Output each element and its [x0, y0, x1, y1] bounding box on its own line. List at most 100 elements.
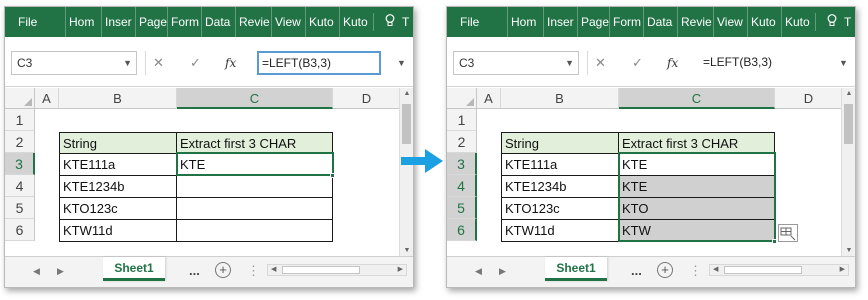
horizontal-scrollbar[interactable]: ◀ ▶ — [267, 264, 407, 276]
tab-review[interactable]: Revie — [677, 7, 713, 37]
add-sheet-icon[interactable]: + — [657, 262, 673, 278]
cell-c6[interactable] — [177, 220, 333, 242]
tab-data[interactable]: Data — [201, 7, 235, 37]
select-all-corner[interactable] — [5, 88, 35, 109]
row-header-5[interactable]: 5 — [5, 197, 35, 219]
row-header-1[interactable]: 1 — [5, 109, 35, 131]
enter-icon[interactable]: ✓ — [190, 51, 201, 75]
vertical-scroll-thumb[interactable] — [402, 104, 411, 144]
horizontal-scrollbar[interactable]: ◀ ▶ — [709, 264, 849, 276]
name-box[interactable]: C3 ▼ — [11, 51, 137, 75]
tab-insert[interactable]: Inser — [543, 7, 577, 37]
tab-home[interactable]: Hom — [507, 7, 543, 37]
next-sheet-icon[interactable]: ▶ — [57, 266, 64, 277]
enter-icon[interactable]: ✓ — [632, 51, 643, 75]
column-header-d[interactable]: D — [333, 88, 401, 109]
scroll-up-icon[interactable]: ▲ — [400, 90, 413, 97]
tab-insert[interactable]: Inser — [101, 7, 135, 37]
cell-c2[interactable]: Extract first 3 CHAR — [619, 132, 775, 154]
cell-b3[interactable]: KTE111a — [501, 154, 619, 176]
cell-b5[interactable]: KTO123c — [59, 198, 177, 220]
formula-input[interactable]: =LEFT(B3,3) — [257, 51, 381, 75]
prev-sheet-icon[interactable]: ◀ — [33, 266, 40, 277]
tab-view[interactable]: View — [271, 7, 305, 37]
vertical-scroll-thumb[interactable] — [844, 104, 853, 144]
select-all-corner[interactable] — [447, 88, 477, 109]
scroll-right-icon[interactable]: ▶ — [398, 265, 403, 275]
cell-b6[interactable]: KTW11d — [501, 220, 619, 242]
cancel-icon[interactable]: ✕ — [595, 51, 606, 75]
scroll-left-icon[interactable]: ◀ — [271, 265, 276, 275]
row-header-1[interactable]: 1 — [447, 109, 477, 131]
tab-view[interactable]: View — [713, 7, 747, 37]
fill-handle[interactable] — [330, 173, 335, 178]
horizontal-scroll-thumb[interactable] — [282, 266, 360, 274]
cell-c5[interactable] — [177, 198, 333, 220]
tab-page-layout[interactable]: Page — [135, 7, 167, 37]
cell-b4[interactable]: KTE1234b — [59, 176, 177, 198]
tab-kutools-plus[interactable]: Kuto — [339, 7, 373, 37]
prev-sheet-icon[interactable]: ◀ — [475, 266, 482, 277]
column-header-b[interactable]: B — [59, 88, 177, 109]
cell-b4[interactable]: KTE1234b — [501, 176, 619, 198]
tab-kutools-plus[interactable]: Kuto — [781, 7, 815, 37]
row-header-6[interactable]: 6 — [447, 219, 477, 241]
name-box[interactable]: C3 ▼ — [453, 51, 579, 75]
tab-split-handle[interactable]: ⋮ — [689, 263, 702, 279]
cancel-icon[interactable]: ✕ — [153, 51, 164, 75]
vertical-scrollbar[interactable]: ▲ ▼ — [841, 88, 855, 256]
column-header-a[interactable]: A — [35, 88, 59, 109]
quick-analysis-icon[interactable] — [778, 224, 798, 242]
expand-formula-bar-icon[interactable]: ▼ — [397, 51, 406, 75]
cell-b3[interactable]: KTE111a — [59, 154, 177, 176]
expand-formula-bar-icon[interactable]: ▼ — [839, 51, 848, 75]
cell-c4[interactable] — [177, 176, 333, 198]
sheet-tab-sheet1[interactable]: Sheet1 — [103, 257, 165, 281]
insert-function-icon[interactable]: fx — [667, 51, 678, 75]
cell-b2[interactable]: String — [501, 132, 619, 154]
column-header-d[interactable]: D — [775, 88, 843, 109]
row-header-4[interactable]: 4 — [447, 175, 477, 197]
cell-b2[interactable]: String — [59, 132, 177, 154]
formula-input[interactable]: =LEFT(B3,3) — [699, 51, 823, 75]
scroll-down-icon[interactable]: ▼ — [400, 247, 413, 254]
chevron-down-icon[interactable]: ▼ — [565, 52, 574, 74]
row-header-2[interactable]: 2 — [5, 131, 35, 153]
tell-me-overflow[interactable]: T — [841, 7, 855, 37]
scroll-left-icon[interactable]: ◀ — [713, 265, 718, 275]
tab-page-layout[interactable]: Page — [577, 7, 609, 37]
tab-home[interactable]: Hom — [65, 7, 101, 37]
lightbulb-icon[interactable] — [827, 14, 837, 27]
tab-formulas[interactable]: Form — [167, 7, 201, 37]
add-sheet-icon[interactable]: + — [215, 262, 231, 278]
tab-split-handle[interactable]: ⋮ — [247, 263, 260, 279]
scroll-down-icon[interactable]: ▼ — [842, 247, 855, 254]
scroll-up-icon[interactable]: ▲ — [842, 90, 855, 97]
cell-b6[interactable]: KTW11d — [59, 220, 177, 242]
row-header-4[interactable]: 4 — [5, 175, 35, 197]
row-header-6[interactable]: 6 — [5, 219, 35, 241]
row-header-3[interactable]: 3 — [447, 153, 477, 175]
fill-handle[interactable] — [772, 239, 777, 244]
tab-kutools[interactable]: Kuto — [747, 7, 781, 37]
column-header-c[interactable]: C — [177, 88, 333, 109]
more-sheets-button[interactable]: ... — [189, 263, 200, 278]
column-header-c[interactable]: C — [619, 88, 775, 109]
cell-c2[interactable]: Extract first 3 CHAR — [177, 132, 333, 154]
row-header-2[interactable]: 2 — [447, 131, 477, 153]
scroll-right-icon[interactable]: ▶ — [840, 265, 845, 275]
insert-function-icon[interactable]: fx — [225, 51, 236, 75]
tab-formulas[interactable]: Form — [609, 7, 643, 37]
column-header-a[interactable]: A — [477, 88, 501, 109]
cell-b5[interactable]: KTO123c — [501, 198, 619, 220]
next-sheet-icon[interactable]: ▶ — [499, 266, 506, 277]
row-header-3[interactable]: 3 — [5, 153, 35, 175]
tell-me-overflow[interactable]: T — [399, 7, 413, 37]
chevron-down-icon[interactable]: ▼ — [123, 52, 132, 74]
tab-kutools[interactable]: Kuto — [305, 7, 339, 37]
more-sheets-button[interactable]: ... — [631, 263, 642, 278]
column-header-b[interactable]: B — [501, 88, 619, 109]
row-header-5[interactable]: 5 — [447, 197, 477, 219]
sheet-tab-sheet1[interactable]: Sheet1 — [545, 257, 607, 281]
tab-review[interactable]: Revie — [235, 7, 271, 37]
